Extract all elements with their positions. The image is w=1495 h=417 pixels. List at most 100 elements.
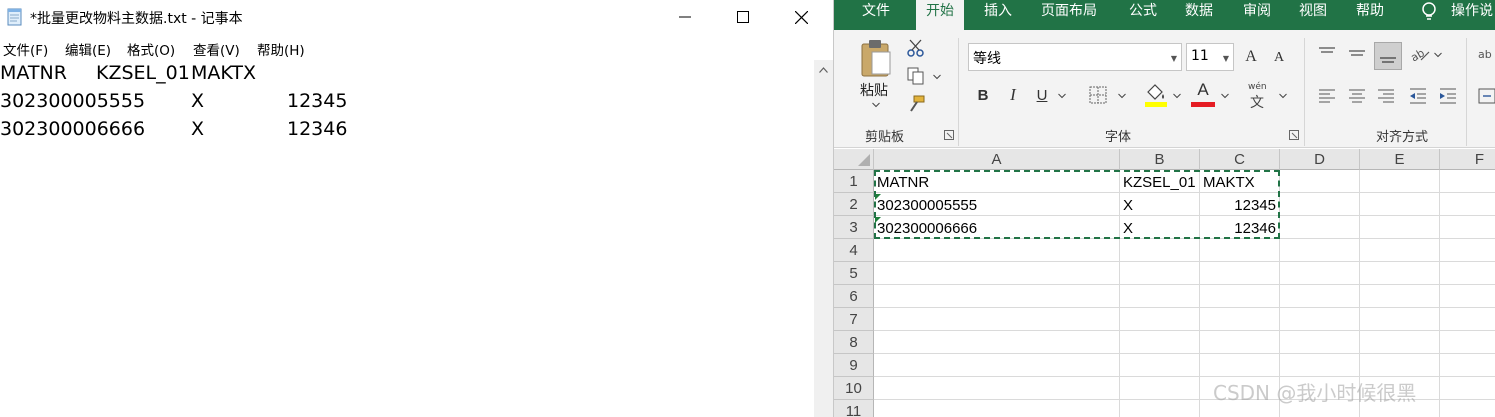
dialog-launcher-icon[interactable] bbox=[944, 130, 954, 140]
row-header[interactable]: 3 bbox=[834, 216, 874, 239]
cut-scissors-icon[interactable] bbox=[906, 38, 926, 58]
cell-b1[interactable]: KZSEL_01 bbox=[1123, 171, 1199, 194]
chevron-down-icon[interactable] bbox=[1058, 93, 1066, 99]
text-token: 302300006666 bbox=[0, 118, 146, 140]
tab-formulas[interactable]: 公式 bbox=[1129, 0, 1157, 30]
column-header-a[interactable]: A bbox=[874, 149, 1120, 170]
align-bottom-button[interactable] bbox=[1374, 42, 1402, 70]
notepad-text-area[interactable]: MATNR KZSEL_01 MAKTX 302300005555 X 1234… bbox=[0, 60, 814, 417]
wrap-text-icon[interactable]: ab bbox=[1478, 44, 1495, 64]
cell-c2[interactable]: 12345 bbox=[1200, 194, 1276, 217]
cell-a3[interactable]: 302300006666 bbox=[877, 217, 1117, 240]
tab-file[interactable]: 文件 bbox=[862, 0, 890, 30]
column-header-b[interactable]: B bbox=[1120, 149, 1200, 170]
notepad-vertical-scrollbar[interactable] bbox=[814, 60, 833, 417]
merge-center-icon[interactable] bbox=[1478, 86, 1495, 106]
bold-button[interactable]: B bbox=[974, 83, 992, 107]
close-button[interactable] bbox=[772, 0, 830, 34]
select-all-corner[interactable] bbox=[834, 149, 874, 170]
column-header-e[interactable]: E bbox=[1360, 149, 1440, 170]
gridline bbox=[874, 284, 1495, 285]
decrease-indent-icon[interactable] bbox=[1408, 86, 1428, 106]
row-header[interactable]: 4 bbox=[834, 239, 874, 262]
cell-c3[interactable]: 12346 bbox=[1200, 217, 1276, 240]
tab-data[interactable]: 数据 bbox=[1185, 0, 1213, 30]
row-header[interactable]: 10 bbox=[834, 377, 874, 400]
format-painter-icon[interactable] bbox=[906, 94, 926, 114]
chevron-down-icon[interactable] bbox=[933, 74, 941, 80]
chevron-down-icon[interactable] bbox=[1173, 93, 1181, 99]
tab-help[interactable]: 帮助 bbox=[1356, 0, 1384, 30]
scroll-up-button[interactable] bbox=[814, 60, 833, 79]
align-right-icon[interactable] bbox=[1376, 86, 1396, 106]
increase-font-size-button[interactable]: A bbox=[1242, 44, 1260, 70]
cell-a2[interactable]: 302300005555 bbox=[877, 194, 1117, 217]
orientation-icon[interactable]: ab bbox=[1409, 44, 1431, 64]
align-middle-icon[interactable] bbox=[1347, 44, 1367, 64]
ribbon-tab-bar: 文件 开始 插入 页面布局 公式 数据 审阅 视图 帮助 操作说 bbox=[834, 0, 1495, 30]
chevron-down-icon[interactable] bbox=[872, 102, 880, 108]
cell-b2[interactable]: X bbox=[1123, 194, 1199, 217]
notepad-menubar: 文件(F) 编辑(E) 格式(O) 查看(V) 帮助(H) bbox=[0, 37, 833, 59]
paste-clipboard-icon[interactable] bbox=[858, 38, 894, 78]
maximize-button[interactable] bbox=[714, 0, 772, 34]
align-left-icon[interactable] bbox=[1317, 86, 1337, 106]
font-name-dropdown[interactable]: 等线 ▼ bbox=[968, 43, 1182, 71]
paste-button[interactable]: 粘贴 bbox=[860, 80, 888, 100]
menu-format[interactable]: 格式(O) bbox=[127, 39, 175, 59]
chevron-down-icon[interactable] bbox=[1221, 93, 1229, 99]
phonetic-guide-button[interactable]: wén 文 bbox=[1244, 82, 1274, 111]
tab-review[interactable]: 审阅 bbox=[1243, 0, 1271, 30]
column-header-f[interactable]: F bbox=[1440, 149, 1495, 170]
minimize-button[interactable] bbox=[656, 0, 714, 34]
underline-button[interactable]: U bbox=[1033, 83, 1051, 107]
menu-view[interactable]: 查看(V) bbox=[193, 39, 240, 59]
column-header-d[interactable]: D bbox=[1280, 149, 1360, 170]
chevron-down-icon: ▼ bbox=[1222, 54, 1229, 63]
align-top-icon[interactable] bbox=[1317, 44, 1337, 64]
tab-tell-me[interactable]: 操作说 bbox=[1451, 0, 1493, 30]
font-color-button[interactable]: A bbox=[1192, 78, 1214, 102]
row-header[interactable]: 9 bbox=[834, 354, 874, 377]
gridline bbox=[874, 330, 1495, 331]
number-as-text-indicator[interactable] bbox=[875, 194, 881, 200]
cell-c1[interactable]: MAKTX bbox=[1203, 171, 1279, 194]
row-header[interactable]: 1 bbox=[834, 170, 874, 193]
menu-help[interactable]: 帮助(H) bbox=[257, 39, 305, 59]
row-header[interactable]: 5 bbox=[834, 262, 874, 285]
row-header[interactable]: 2 bbox=[834, 193, 874, 216]
row-header[interactable]: 8 bbox=[834, 331, 874, 354]
chevron-down-icon[interactable] bbox=[1434, 52, 1442, 58]
gridline bbox=[874, 353, 1495, 354]
tab-view[interactable]: 视图 bbox=[1299, 0, 1327, 30]
dialog-launcher-icon[interactable] bbox=[1289, 130, 1299, 140]
align-center-icon[interactable] bbox=[1347, 86, 1367, 106]
phonetic-guide-top: wén bbox=[1248, 82, 1267, 92]
menu-edit[interactable]: 编辑(E) bbox=[65, 39, 111, 59]
align-bottom-icon bbox=[1380, 57, 1396, 63]
row-header[interactable]: 11 bbox=[834, 400, 874, 417]
decrease-font-size-button[interactable]: A bbox=[1271, 46, 1287, 70]
menu-file[interactable]: 文件(F) bbox=[3, 39, 48, 59]
tab-home[interactable]: 开始 bbox=[916, 0, 964, 30]
excel-window: 文件 开始 插入 页面布局 公式 数据 审阅 视图 帮助 操作说 粘贴 剪贴板 … bbox=[833, 0, 1495, 417]
tab-page-layout[interactable]: 页面布局 bbox=[1041, 0, 1097, 30]
font-size-dropdown[interactable]: 11 ▼ bbox=[1186, 43, 1234, 71]
increase-indent-icon[interactable] bbox=[1438, 86, 1458, 106]
italic-button[interactable]: I bbox=[1004, 83, 1022, 107]
group-divider bbox=[1466, 38, 1467, 146]
tab-insert[interactable]: 插入 bbox=[984, 0, 1012, 30]
cell-b3[interactable]: X bbox=[1123, 217, 1199, 240]
borders-icon[interactable] bbox=[1089, 86, 1107, 104]
number-as-text-indicator[interactable] bbox=[875, 217, 881, 223]
chevron-down-icon[interactable] bbox=[1279, 93, 1287, 99]
row-header[interactable]: 6 bbox=[834, 285, 874, 308]
cell-a1[interactable]: MATNR bbox=[877, 171, 1117, 194]
copy-icon[interactable] bbox=[906, 66, 926, 86]
fill-color-icon[interactable] bbox=[1144, 82, 1168, 108]
chevron-down-icon[interactable] bbox=[1118, 93, 1126, 99]
lightbulb-icon[interactable] bbox=[1420, 1, 1438, 23]
row-header[interactable]: 7 bbox=[834, 308, 874, 331]
notepad-file-icon bbox=[7, 8, 22, 26]
column-header-c[interactable]: C bbox=[1200, 149, 1280, 170]
